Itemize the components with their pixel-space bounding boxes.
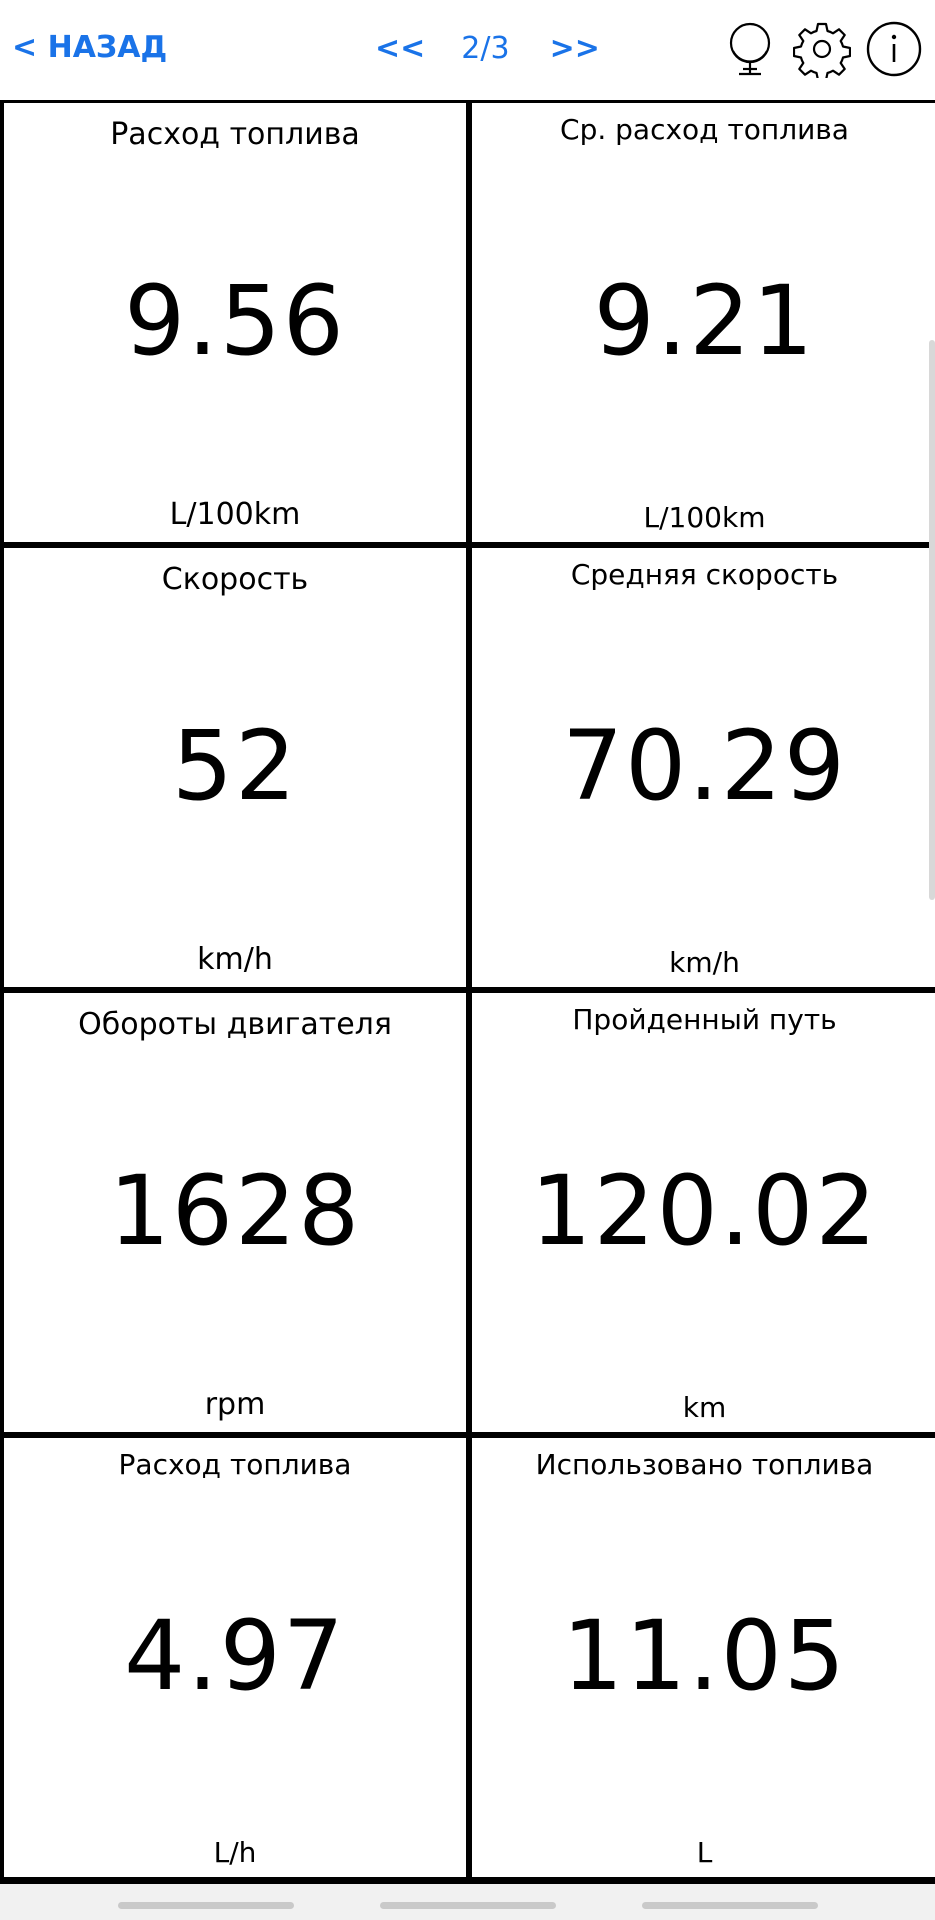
page-indicator: 2/3 xyxy=(461,31,510,66)
nav-handle-center[interactable] xyxy=(380,1902,556,1909)
next-page-button[interactable]: >> xyxy=(550,31,600,66)
tile-fuel-consumption[interactable]: Расход топлива 9.56 L/100km xyxy=(4,103,466,542)
tile-title: Расход топлива xyxy=(110,117,360,152)
tile-engine-rpm[interactable]: Обороты двигателя 1628 rpm xyxy=(4,993,466,1432)
tile-value: 9.56 xyxy=(124,265,346,377)
tile-distance[interactable]: Пройденный путь 120.02 km xyxy=(472,993,935,1432)
tile-unit: L xyxy=(696,1836,713,1869)
globe-icon[interactable] xyxy=(719,18,781,80)
tile-title: Скорость xyxy=(161,562,309,597)
prev-page-button[interactable]: << xyxy=(375,31,425,66)
tile-fuel-used[interactable]: Использовано топлива 11.05 L xyxy=(472,1438,935,1877)
tile-title: Пройденный путь xyxy=(572,1003,837,1036)
nav-handle-left[interactable] xyxy=(118,1902,294,1909)
tile-title: Использовано топлива xyxy=(535,1448,874,1481)
tile-unit: km xyxy=(682,1391,727,1424)
tile-avg-fuel-consumption[interactable]: Ср. расход топлива 9.21 L/100km xyxy=(472,103,935,542)
tile-avg-speed[interactable]: Средняя скорость 70.29 km/h xyxy=(472,548,935,987)
tile-value: 120.02 xyxy=(530,1155,879,1267)
tile-unit: km/h xyxy=(669,946,740,979)
tile-unit: L/100km xyxy=(643,501,766,534)
pager: << 2/3 >> xyxy=(375,31,600,66)
tile-fuel-rate[interactable]: Расход топлива 4.97 L/h xyxy=(4,1438,466,1877)
tile-value: 70.29 xyxy=(562,710,847,822)
tile-value: 4.97 xyxy=(124,1600,346,1712)
tile-unit: km/h xyxy=(197,942,273,977)
tile-unit: L/100km xyxy=(169,497,301,532)
gear-icon[interactable] xyxy=(791,18,853,80)
tile-value: 52 xyxy=(171,710,299,822)
app-root: < НАЗАД << 2/3 >> Расход топлива 9.56 L/… xyxy=(0,0,935,1920)
tile-title: Средняя скорость xyxy=(570,558,839,591)
nav-handle-right[interactable] xyxy=(642,1902,818,1909)
tile-unit: rpm xyxy=(204,1387,266,1422)
tile-speed[interactable]: Скорость 52 km/h xyxy=(4,548,466,987)
tile-unit: L/h xyxy=(213,1836,257,1869)
header-bar: < НАЗАД << 2/3 >> xyxy=(0,0,935,100)
gauge-grid: Расход топлива 9.56 L/100km Ср. расход т… xyxy=(0,100,935,1884)
info-icon[interactable] xyxy=(863,18,925,80)
tile-title: Обороты двигателя xyxy=(78,1007,392,1042)
header-icons xyxy=(709,18,925,80)
system-nav-bar xyxy=(0,1884,935,1920)
tile-title: Ср. расход топлива xyxy=(560,113,849,146)
tile-value: 11.05 xyxy=(562,1600,847,1712)
tile-value: 9.21 xyxy=(593,265,816,377)
edge-scroll-indicator xyxy=(929,340,935,900)
tile-value: 1628 xyxy=(108,1155,362,1267)
back-button[interactable]: < НАЗАД xyxy=(12,30,167,65)
tile-title: Расход топлива xyxy=(118,1448,352,1481)
